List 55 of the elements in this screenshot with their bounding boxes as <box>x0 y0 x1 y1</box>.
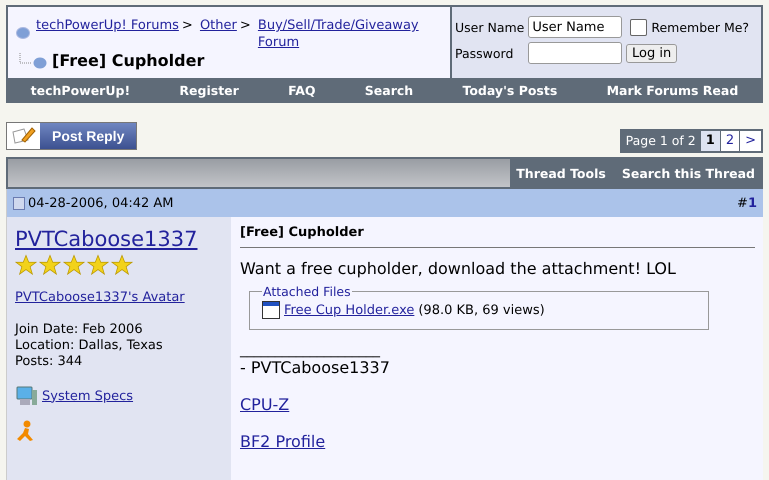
thread-title: [Free] Cupholder <box>52 51 204 70</box>
page-link[interactable]: 2 <box>720 131 740 151</box>
user-detail: Location: Dallas, Texas <box>15 338 164 354</box>
page-link[interactable]: 1 <box>700 131 720 151</box>
signature-link[interactable]: BF2 Profile <box>240 432 326 451</box>
signature: - PVTCaboose1337 <box>240 358 390 377</box>
remember-label: Remember Me? <box>651 20 750 34</box>
password-label: Password <box>455 46 514 60</box>
next-page-link[interactable]: > <box>740 131 761 151</box>
nav-link[interactable]: Register <box>179 83 239 98</box>
nav-link[interactable]: Today's Posts <box>462 83 558 98</box>
star-icon <box>63 254 85 276</box>
system-specs-link[interactable]: System Specs <box>42 388 134 404</box>
thread-tool-link[interactable]: Thread Tools <box>516 166 606 180</box>
attachments-legend: Attached Files <box>262 284 352 299</box>
attachment-info: (98.0 KB, 69 views) <box>418 302 545 318</box>
signature-rule: ____________________ <box>240 342 380 358</box>
forum-icon <box>16 26 30 40</box>
post-message: Want a free cupholder, download the attachment! LOL <box>240 259 676 278</box>
computer-icon <box>15 384 39 408</box>
post-title: [Free] Cupholder <box>240 225 755 248</box>
star-icon <box>111 254 133 276</box>
star-icon <box>87 254 109 276</box>
remember-checkbox[interactable] <box>630 18 648 36</box>
breadcrumb-link[interactable]: Other <box>200 18 237 33</box>
running-figure-icon <box>15 420 35 442</box>
breadcrumb-separator: > <box>240 18 251 33</box>
login-button[interactable]: Log in <box>626 44 678 62</box>
username-label: User Name <box>455 20 524 34</box>
pencil-paper-icon <box>10 126 36 146</box>
nav-link[interactable]: FAQ <box>288 83 316 98</box>
attachment-link[interactable]: Free Cup Holder.exe <box>284 302 414 318</box>
password-field[interactable] <box>528 42 622 64</box>
breadcrumb-separator: > <box>182 18 193 33</box>
nav-link[interactable]: Search <box>364 83 414 98</box>
nav-link[interactable]: Mark Forums Read <box>606 83 738 98</box>
avatar-link[interactable]: PVTCaboose1337's Avatar <box>15 290 185 305</box>
post-number-link[interactable]: 1 <box>748 196 757 210</box>
post-reply-button[interactable]: Post Reply <box>6 122 138 150</box>
breadcrumb-link[interactable]: techPowerUp! Forums <box>36 18 179 33</box>
user-detail: Posts: 344 <box>15 354 84 370</box>
post-date: 04-28-2006, 04:42 AM <box>28 196 174 210</box>
author-link[interactable]: PVTCaboose1337 <box>15 227 198 251</box>
page-count: Page 1 of 2 <box>624 132 697 150</box>
window-icon <box>262 301 280 319</box>
breadcrumb-link[interactable]: Buy/Sell/Trade/Giveaway Forum <box>258 17 428 51</box>
username-field[interactable]: User Name <box>528 16 622 38</box>
star-icon <box>39 254 61 276</box>
star-icon <box>15 254 37 276</box>
post-icon <box>13 196 25 210</box>
signature-link[interactable]: CPU-Z <box>240 395 290 414</box>
thread-tool-link[interactable]: Search this Thread <box>622 166 755 180</box>
nav-link[interactable]: techPowerUp! <box>30 83 130 98</box>
post-number-prefix: # <box>737 196 748 210</box>
user-detail: Join Date: Feb 2006 <box>15 322 144 338</box>
